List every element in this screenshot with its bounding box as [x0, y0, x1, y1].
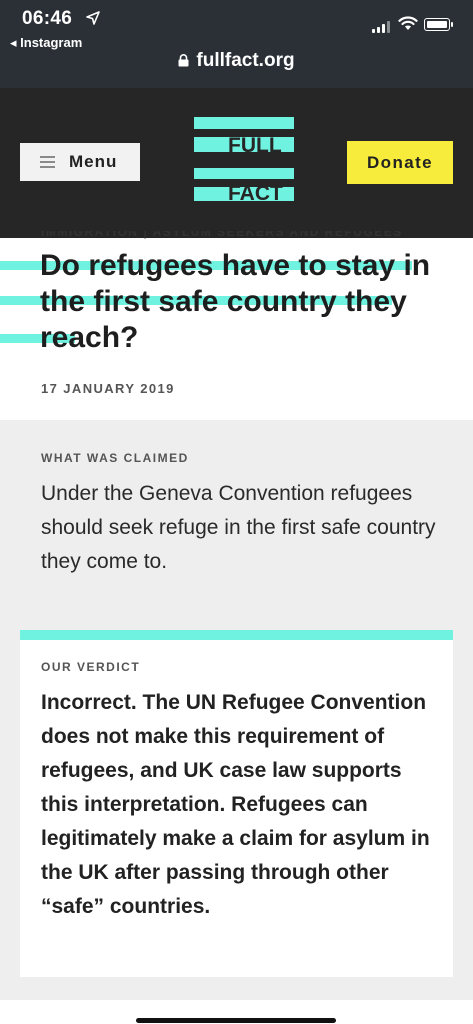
battery-icon [424, 18, 453, 31]
page-title: Do refugees have to stay in the first sa… [40, 249, 431, 354]
claim-verdict-panel: WHAT WAS CLAIMED Under the Geneva Conven… [0, 420, 473, 1000]
verdict-card: OUR VERDICT Incorrect. The UN Refugee Co… [20, 630, 453, 977]
svg-text:FULL: FULL [228, 134, 282, 157]
hamburger-icon [40, 156, 55, 168]
back-to-app-link[interactable]: ◂ Instagram [10, 35, 82, 51]
signal-icon [372, 21, 392, 33]
category-breadcrumb[interactable]: IMMIGRATION | ASYLUM SEEKERS AND REFUGEE… [41, 231, 421, 239]
site-header: Menu FULL FACT Donate [0, 88, 473, 238]
verdict-heading: OUR VERDICT [41, 660, 141, 674]
address-bar[interactable]: fullfact.org [0, 50, 473, 72]
claim-heading: WHAT WAS CLAIMED [41, 451, 189, 465]
article-header: IMMIGRATION | ASYLUM SEEKERS AND REFUGEE… [0, 231, 473, 420]
url-text: fullfact.org [196, 50, 295, 71]
menu-button[interactable]: Menu [20, 143, 140, 181]
full-fact-logo[interactable]: FULL FACT [194, 117, 294, 203]
location-arrow-icon [86, 11, 100, 25]
verdict-text: Incorrect. The UN Refugee Convention doe… [41, 691, 430, 918]
wifi-icon [398, 16, 418, 30]
lock-icon [178, 54, 189, 67]
menu-label: Menu [69, 152, 118, 171]
status-time: 06:46 [22, 8, 73, 29]
home-indicator[interactable] [136, 1018, 336, 1023]
status-bar: 06:46 ◂ Instagram fullfact.org [0, 0, 473, 88]
donate-button[interactable]: Donate [347, 141, 453, 184]
svg-text:FACT: FACT [228, 182, 283, 203]
claim-text: Under the Geneva Convention refugees sho… [41, 482, 436, 573]
bottom-area [0, 1000, 473, 1024]
publish-date: 17 JANUARY 2019 [41, 381, 175, 396]
